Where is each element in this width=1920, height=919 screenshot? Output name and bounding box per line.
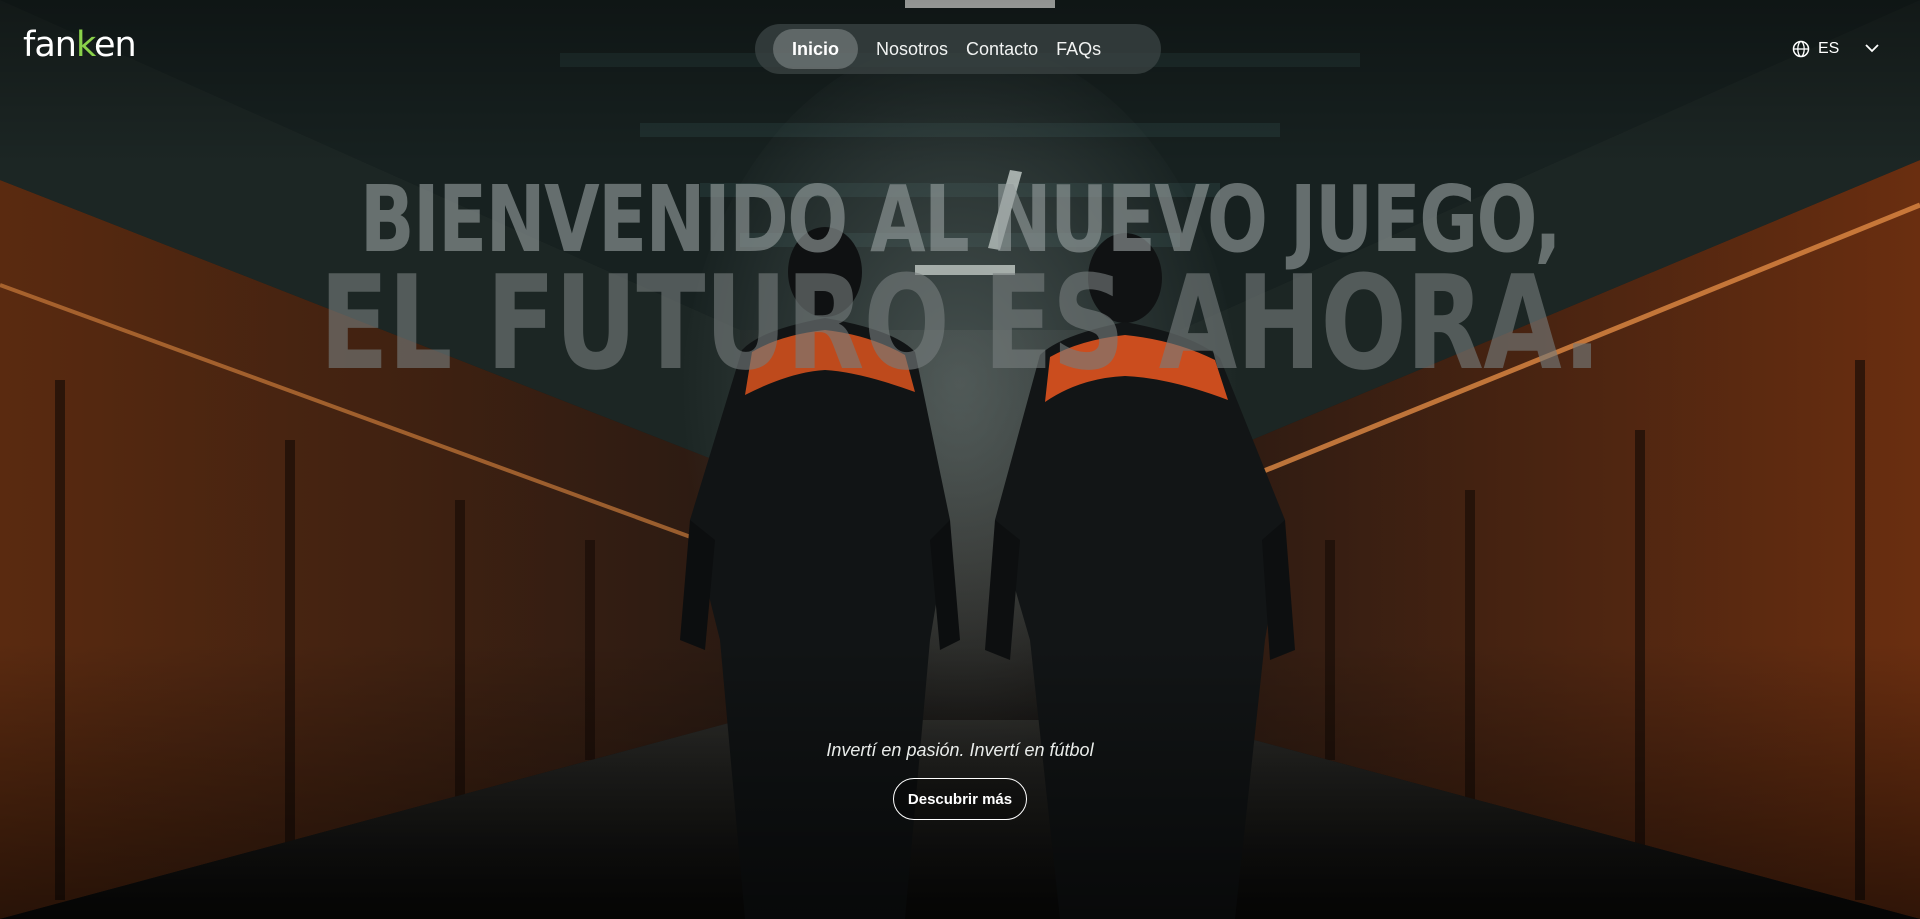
main-nav: Inicio Nosotros Contacto FAQs [755,24,1161,74]
brand-logo-text: fanken [23,25,137,65]
nav-item-nosotros[interactable]: Nosotros [876,29,948,69]
globe-icon [1792,40,1810,58]
language-code: ES [1818,40,1840,57]
brand-logo[interactable]: fanken [23,25,137,65]
hero-section: fanken Inicio Nosotros Contacto FAQs ES … [0,0,1920,919]
hero-tagline: Invertí en pasión. Invertí en fútbol [826,740,1094,760]
language-selector[interactable]: ES [1792,37,1839,61]
hero-headline-line2: el futuro es ahora. [319,247,1601,399]
nav-item-inicio[interactable]: Inicio [773,29,859,69]
nav-item-contacto[interactable]: Contacto [966,29,1038,69]
chevron-down-icon[interactable] [1862,38,1882,58]
discover-more-button[interactable]: Descubrir más [893,778,1027,820]
nav-item-faqs[interactable]: FAQs [1056,29,1101,69]
